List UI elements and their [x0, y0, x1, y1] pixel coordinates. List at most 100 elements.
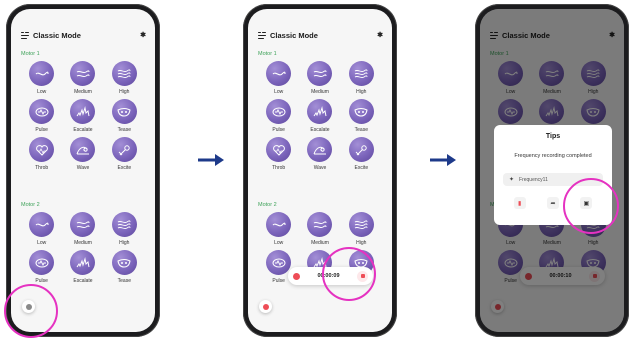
mode-label: Wave — [313, 165, 327, 171]
tease-icon — [111, 250, 137, 275]
mode-tease-button[interactable]: Tease — [104, 99, 145, 133]
mode-wave-button[interactable]: Wave — [62, 137, 103, 171]
delete-button[interactable]: ▮ — [513, 197, 526, 209]
mode-label: Escalate — [73, 278, 93, 284]
tips-message: Frequency recording completed — [514, 153, 592, 159]
tips-title: Tips — [545, 133, 561, 140]
frequency-edit-icon: ✦ — [509, 177, 515, 183]
mode-label: Tease — [354, 127, 368, 133]
bluetooth-wave-icon[interactable]: ✱ — [377, 31, 383, 39]
high-icon — [348, 212, 374, 237]
mode-label: Throb — [272, 165, 286, 171]
mode-high-button[interactable]: High — [341, 212, 382, 246]
mode-low-button[interactable]: Low — [21, 212, 62, 246]
phone-frame-2: Classic Mode ✱ Motor 1 Low Medium High Pulse Es… — [243, 4, 397, 337]
pulse-icon — [29, 250, 55, 275]
menu-icon[interactable] — [258, 31, 266, 39]
mode-wave-button[interactable]: Wave — [299, 137, 340, 171]
throb-icon — [266, 137, 292, 162]
share-button[interactable]: ➦ — [546, 197, 559, 209]
mode-label: Medium — [311, 240, 329, 246]
mode-label: Tease — [117, 127, 131, 133]
app-screen: Classic Mode✱Motor 1LowMediumHighPulseEs… — [480, 9, 624, 332]
page-title: Classic Mode — [33, 30, 81, 40]
mode-grid: Low Medium High Pulse Escalate Tease Throb Wave… — [258, 61, 382, 171]
mode-medium-button[interactable]: Medium — [299, 212, 340, 246]
menu-icon[interactable] — [21, 31, 29, 39]
mode-low-button[interactable]: Low — [21, 61, 62, 95]
mode-label: Pulse — [35, 127, 48, 133]
tap-highlight-ring — [322, 247, 376, 301]
mode-excite-button[interactable]: Excite — [341, 137, 382, 171]
record-toggle-button[interactable] — [259, 300, 272, 313]
mode-medium-button[interactable]: Medium — [62, 61, 103, 95]
mode-label: Pulse — [272, 127, 285, 133]
pulse-icon — [266, 99, 292, 124]
low-icon — [266, 61, 292, 86]
mode-label: High — [356, 240, 367, 246]
bluetooth-wave-icon[interactable]: ✱ — [140, 31, 146, 39]
mode-medium-button[interactable]: Medium — [62, 212, 103, 246]
mode-label: Medium — [74, 89, 92, 95]
mode-escalate-button[interactable]: Escalate — [299, 99, 340, 133]
escalate-icon — [70, 250, 96, 275]
mode-label: Low — [37, 240, 47, 246]
mode-high-button[interactable]: High — [341, 61, 382, 95]
mode-grid: Low Medium High Pulse Escalate Tease — [21, 212, 145, 284]
mode-low-button[interactable]: Low — [258, 61, 299, 95]
mode-excite-button[interactable]: Excite — [104, 137, 145, 171]
pulse-icon — [266, 250, 292, 275]
mode-label: Throb — [35, 165, 49, 171]
mode-label: Medium — [74, 240, 92, 246]
mode-pulse-button[interactable]: Pulse — [21, 99, 62, 133]
record-dot-icon — [262, 303, 269, 310]
mode-pulse-button[interactable]: Pulse — [258, 99, 299, 133]
pulse-icon — [29, 99, 55, 124]
section-motor2-label: Motor 2 — [258, 202, 277, 208]
mode-label: Pulse — [272, 278, 285, 284]
mode-pulse-button[interactable]: Pulse — [21, 250, 62, 284]
mode-label: Wave — [76, 165, 90, 171]
tap-highlight-ring — [4, 284, 58, 338]
mode-medium-button[interactable]: Medium — [299, 61, 340, 95]
low-icon — [29, 212, 55, 237]
section-motor1-label: Motor 1 — [21, 51, 40, 57]
escalate-icon — [307, 99, 333, 124]
mode-label: Escalate — [73, 127, 93, 133]
high-icon — [111, 61, 137, 86]
record-indicator-icon — [293, 272, 300, 280]
medium-icon — [70, 61, 96, 86]
mode-high-button[interactable]: High — [104, 212, 145, 246]
app-header: Classic Mode ✱ — [258, 29, 383, 41]
app-header: Classic Mode ✱ — [21, 29, 146, 41]
step-arrow-icon — [429, 153, 457, 172]
mode-label: Escalate — [310, 127, 330, 133]
frequency-name: Frequency11 — [519, 176, 548, 183]
high-icon — [111, 212, 137, 237]
mode-escalate-button[interactable]: Escalate — [62, 99, 103, 133]
mode-label: Low — [274, 240, 284, 246]
page-title: Classic Mode — [270, 30, 318, 40]
step-arrow-icon — [197, 153, 225, 172]
mode-label: High — [119, 240, 130, 246]
mode-label: Medium — [311, 89, 329, 95]
mode-label: Pulse — [35, 278, 48, 284]
escalate-icon — [70, 99, 96, 124]
mode-throb-button[interactable]: Throb — [21, 137, 62, 171]
throb-icon — [29, 137, 55, 162]
mode-grid: Low Medium High Pulse Escalate Tease Throb Wave… — [21, 61, 145, 171]
phone-frame-3: Classic Mode✱Motor 1LowMediumHighPulseEs… — [475, 4, 629, 337]
excite-icon — [111, 137, 137, 162]
mode-throb-button[interactable]: Throb — [258, 137, 299, 171]
mode-escalate-button[interactable]: Escalate — [62, 250, 103, 284]
tease-icon — [348, 99, 374, 124]
tutorial-composite: Classic Mode ✱ Motor 1 Low Medium High Pulse Es… — [0, 0, 631, 339]
mode-tease-button[interactable]: Tease — [341, 99, 382, 133]
tease-icon — [111, 99, 137, 124]
medium-icon — [307, 212, 333, 237]
high-icon — [348, 61, 374, 86]
mode-low-button[interactable]: Low — [258, 212, 299, 246]
tap-highlight-ring — [563, 178, 619, 234]
mode-high-button[interactable]: High — [104, 61, 145, 95]
mode-tease-button[interactable]: Tease — [104, 250, 145, 284]
